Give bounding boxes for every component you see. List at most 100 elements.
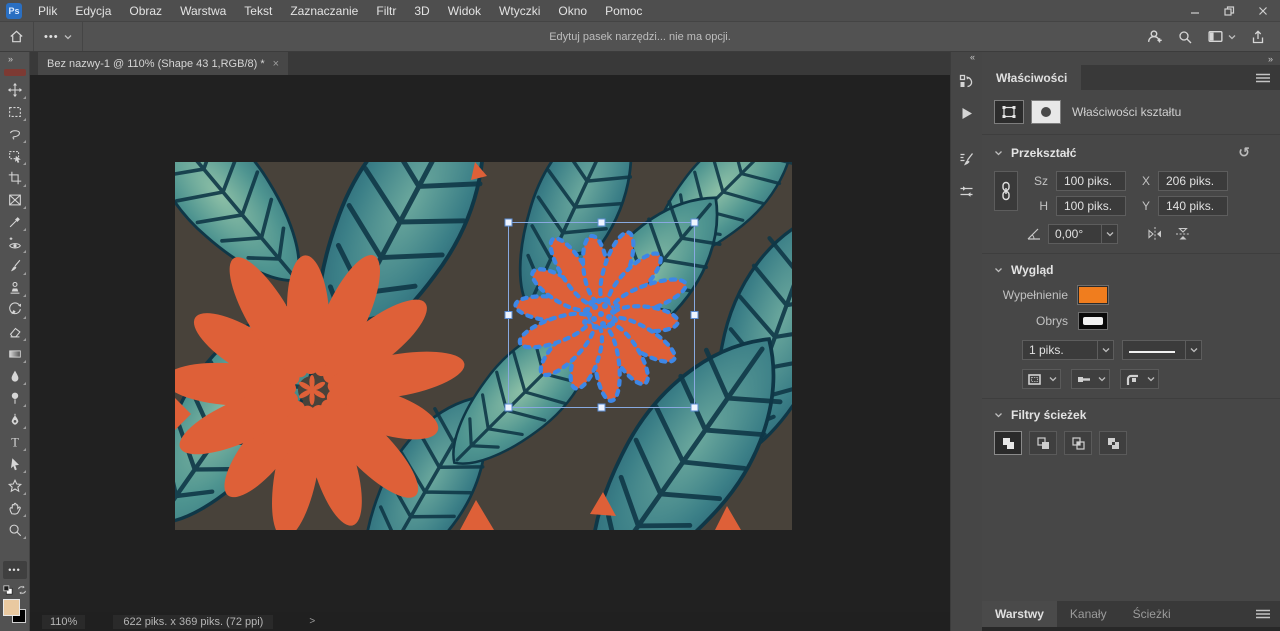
transform-handle[interactable] [691,312,698,319]
menu-item-tekst[interactable]: Tekst [235,1,281,21]
edit-toolbar-button[interactable]: ••• [3,561,27,579]
height-field[interactable]: 100 piks. [1056,196,1126,216]
menu-item-plik[interactable]: Plik [29,1,66,21]
path-exclude-button[interactable] [1099,431,1127,455]
lasso-tool[interactable] [2,123,28,145]
transform-handle[interactable] [505,404,512,411]
transform-handle[interactable] [691,219,698,226]
document-tab[interactable]: Bez nazwy-1 @ 110% (Shape 43 1,RGB/8) * … [38,52,288,75]
history-panel-button[interactable] [954,68,980,94]
dock-collapse-chevrons[interactable]: « [970,52,982,65]
tab-paths[interactable]: Ścieżki [1120,601,1184,627]
tab-channels[interactable]: Kanały [1057,601,1120,627]
healing-brush-tool[interactable] [2,233,28,255]
blur-tool[interactable] [2,365,28,387]
stroke-corner-select[interactable] [1120,369,1159,389]
dodge-tool[interactable] [2,387,28,409]
zoom-level-field[interactable]: 110% [42,615,85,629]
home-button[interactable] [0,22,34,51]
transform-handle[interactable] [505,312,512,319]
menu-item-widok[interactable]: Widok [439,1,490,21]
layers-menu-button[interactable] [1256,601,1280,627]
path-intersect-button[interactable] [1064,431,1092,455]
tool-options-overflow[interactable]: ••• [34,22,83,51]
hand-tool[interactable] [2,497,28,519]
zoom-tool[interactable] [2,519,28,541]
menu-item-edycja[interactable]: Edycja [66,1,120,21]
brush-settings-panel-button[interactable] [954,146,980,172]
flip-vertical-icon[interactable] [1174,226,1192,242]
panel-collapse-chevrons[interactable]: » [1268,54,1272,64]
crop-tool[interactable] [2,167,28,189]
path-subtract-button[interactable] [1029,431,1057,455]
shape-properties-toggle[interactable] [994,100,1024,124]
menu-item-obraz[interactable]: Obraz [120,1,171,21]
type-tool[interactable]: T [2,431,28,453]
angle-select[interactable]: 0,00° [1048,224,1118,244]
transform-section-header[interactable]: Przekształć ↺ [994,144,1268,161]
minimize-button[interactable] [1178,0,1212,21]
workspace-switcher[interactable] [1207,29,1236,44]
panel-menu-button[interactable] [1256,65,1280,90]
minimize-icon [1189,5,1201,17]
status-chevron[interactable]: > [309,616,315,627]
menu-item-warstwa[interactable]: Warstwa [171,1,235,21]
menu-item-wtyczki[interactable]: Wtyczki [490,1,549,21]
stroke-width-select[interactable]: 1 piks. [1022,340,1114,360]
menu-item-zaznaczanie[interactable]: Zaznaczanie [281,1,367,21]
document-image[interactable] [175,162,792,530]
tab-close-icon[interactable]: × [273,58,279,70]
custom-shape-tool[interactable] [2,475,28,497]
gradient-tool[interactable] [2,343,28,365]
default-colors-icon[interactable] [3,585,13,595]
move-tool[interactable] [2,79,28,101]
stroke-color-swatch[interactable] [1078,312,1108,330]
flip-horizontal-icon[interactable] [1146,226,1164,242]
transform-handle[interactable] [691,404,698,411]
stroke-style-select[interactable] [1122,340,1202,360]
appearance-section-header[interactable]: Wygląd [994,263,1268,277]
mask-properties-toggle[interactable] [1031,100,1061,124]
transform-handle[interactable] [598,404,605,411]
menu-item-3d[interactable]: 3D [405,1,438,21]
marquee-tool[interactable] [2,101,28,123]
search-icon[interactable] [1177,29,1193,45]
close-button[interactable] [1246,0,1280,21]
foreground-color-swatch[interactable] [3,599,20,616]
width-field[interactable]: 100 piks. [1056,171,1126,191]
brushes-panel-button[interactable] [954,178,980,204]
transform-handle[interactable] [598,219,605,226]
history-brush-tool[interactable] [2,299,28,321]
restore-button[interactable] [1212,0,1246,21]
stroke-align-select[interactable] [1022,369,1061,389]
path-union-button[interactable] [994,431,1022,455]
canvas-viewport[interactable] [30,75,950,612]
object-selection-tool[interactable] [2,145,28,167]
brush-tool[interactable] [2,255,28,277]
actions-panel-button[interactable] [954,100,980,126]
eyedropper-tool[interactable] [2,211,28,233]
reset-transform-icon[interactable]: ↺ [1238,144,1250,161]
stroke-cap-select[interactable] [1071,369,1110,389]
path-filters-section-header[interactable]: Filtry ścieżek [994,408,1268,422]
tab-properties[interactable]: Właściwości [982,65,1081,90]
transform-handle[interactable] [505,219,512,226]
menu-item-okno[interactable]: Okno [549,1,596,21]
x-field[interactable]: 206 piks. [1158,171,1228,191]
swap-colors-icon[interactable] [17,585,27,595]
eraser-tool[interactable] [2,321,28,343]
account-icon[interactable] [1146,28,1163,45]
toolbar-pill [4,69,26,76]
link-dimensions-button[interactable] [994,171,1018,211]
fill-color-swatch[interactable] [1078,286,1108,304]
toolbar-collapse-chevrons[interactable]: » [0,54,12,67]
menu-item-pomoc[interactable]: Pomoc [596,1,651,21]
path-selection-tool[interactable] [2,453,28,475]
clone-stamp-tool[interactable] [2,277,28,299]
menu-item-filtr[interactable]: Filtr [367,1,405,21]
tab-layers[interactable]: Warstwy [982,601,1057,627]
frame-tool[interactable] [2,189,28,211]
pen-tool[interactable] [2,409,28,431]
y-field[interactable]: 140 piks. [1158,196,1228,216]
share-icon[interactable] [1250,29,1266,45]
